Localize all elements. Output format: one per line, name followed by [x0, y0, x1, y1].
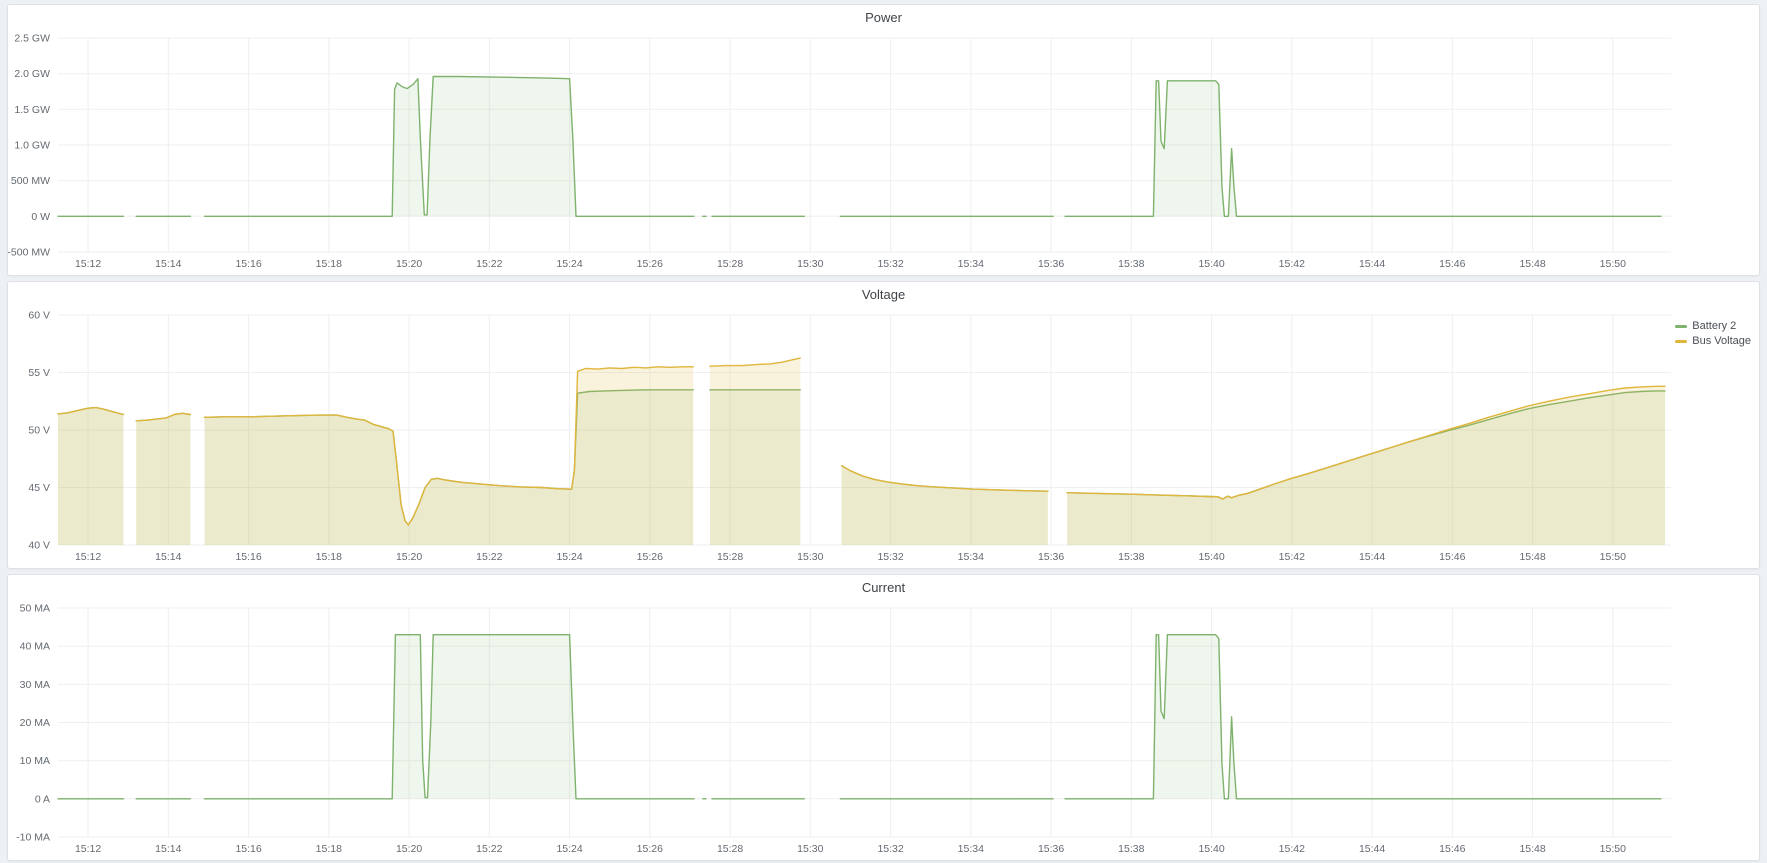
svg-text:15:34: 15:34 [958, 258, 984, 270]
svg-text:15:26: 15:26 [637, 843, 663, 855]
svg-text:15:36: 15:36 [1038, 843, 1064, 855]
svg-text:15:50: 15:50 [1600, 551, 1626, 563]
svg-text:15:48: 15:48 [1519, 551, 1545, 563]
svg-text:1.0 GW: 1.0 GW [14, 140, 50, 152]
legend-label: Battery 2 [1692, 320, 1736, 332]
svg-text:0 W: 0 W [31, 211, 50, 223]
svg-text:15:30: 15:30 [797, 551, 823, 563]
svg-text:15:36: 15:36 [1038, 551, 1064, 563]
svg-text:15:40: 15:40 [1198, 258, 1224, 270]
svg-text:15:48: 15:48 [1519, 258, 1545, 270]
svg-text:15:22: 15:22 [476, 843, 502, 855]
svg-text:15:18: 15:18 [316, 551, 342, 563]
svg-text:15:44: 15:44 [1359, 551, 1385, 563]
svg-text:15:16: 15:16 [235, 551, 261, 563]
power-panel: Power 2.5 GW 2.0 GW 1.5 GW 1.0 GW 500 MW 0 W -… [7, 4, 1760, 276]
power-chart[interactable]: 2.5 GW 2.0 GW 1.5 GW 1.0 GW 500 MW 0 W -500 MW… [8, 29, 1759, 275]
svg-text:15:20: 15:20 [396, 258, 422, 270]
svg-text:15:16: 15:16 [235, 258, 261, 270]
svg-text:50 MA: 50 MA [20, 603, 50, 615]
svg-text:15:48: 15:48 [1519, 843, 1545, 855]
svg-text:15:38: 15:38 [1118, 843, 1144, 855]
legend-item-battery-2[interactable]: Battery 2 [1675, 320, 1751, 332]
svg-text:15:32: 15:32 [877, 843, 903, 855]
current-chart[interactable]: 50 MA 40 MA 30 MA 20 MA 10 MA 0 A -10 MA 15:12 1… [8, 599, 1759, 860]
svg-text:15:36: 15:36 [1038, 258, 1064, 270]
svg-text:15:18: 15:18 [316, 258, 342, 270]
svg-text:10 MA: 10 MA [20, 755, 50, 767]
svg-text:15:40: 15:40 [1198, 551, 1224, 563]
svg-text:15:46: 15:46 [1439, 258, 1465, 270]
svg-text:15:34: 15:34 [958, 551, 984, 563]
svg-text:15:14: 15:14 [155, 258, 181, 270]
current-panel: Current 50 MA 40 MA 30 MA 20 MA 10 MA 0 A -10 … [7, 574, 1760, 861]
bus-voltage-series-swatch [1675, 340, 1687, 343]
svg-text:15:30: 15:30 [797, 258, 823, 270]
power-panel-title[interactable]: Power [8, 5, 1759, 29]
svg-text:15:50: 15:50 [1600, 843, 1626, 855]
svg-text:-500 MW: -500 MW [8, 247, 50, 259]
svg-text:-10 MA: -10 MA [16, 832, 50, 844]
svg-text:60 V: 60 V [28, 310, 50, 322]
svg-text:15:38: 15:38 [1118, 551, 1144, 563]
svg-text:2.5 GW: 2.5 GW [14, 33, 50, 45]
svg-text:15:12: 15:12 [75, 551, 101, 563]
voltage-panel: Voltage 60 V 55 V 50 V 45 V 40 V 15:12 15:14 15… [7, 281, 1760, 569]
svg-text:50 V: 50 V [28, 425, 50, 437]
svg-text:15:24: 15:24 [556, 551, 582, 563]
svg-text:15:20: 15:20 [396, 551, 422, 563]
legend-item-bus-voltage[interactable]: Bus Voltage [1675, 335, 1751, 347]
svg-text:15:26: 15:26 [637, 258, 663, 270]
dashboard: Power 2.5 GW 2.0 GW 1.5 GW 1.0 GW 500 MW 0 W -… [0, 0, 1767, 863]
svg-text:15:14: 15:14 [155, 551, 181, 563]
svg-text:15:16: 15:16 [235, 843, 261, 855]
svg-text:500 MW: 500 MW [11, 175, 50, 187]
svg-text:15:28: 15:28 [717, 258, 743, 270]
legend-label: Bus Voltage [1692, 335, 1751, 347]
svg-text:15:38: 15:38 [1118, 258, 1144, 270]
svg-text:15:14: 15:14 [155, 843, 181, 855]
svg-text:45 V: 45 V [28, 482, 50, 494]
current-panel-title[interactable]: Current [8, 575, 1759, 599]
svg-text:15:18: 15:18 [316, 843, 342, 855]
svg-text:15:20: 15:20 [396, 843, 422, 855]
svg-text:0 A: 0 A [35, 793, 50, 805]
svg-text:15:28: 15:28 [717, 843, 743, 855]
svg-text:1.5 GW: 1.5 GW [14, 104, 50, 116]
svg-text:30 MA: 30 MA [20, 679, 50, 691]
svg-text:15:34: 15:34 [958, 843, 984, 855]
svg-text:15:32: 15:32 [877, 551, 903, 563]
battery-2-series-swatch [1675, 325, 1687, 328]
svg-text:15:50: 15:50 [1600, 258, 1626, 270]
svg-text:15:26: 15:26 [637, 551, 663, 563]
svg-text:2.0 GW: 2.0 GW [14, 68, 50, 80]
svg-text:15:42: 15:42 [1279, 843, 1305, 855]
svg-text:15:24: 15:24 [556, 258, 582, 270]
svg-text:20 MA: 20 MA [20, 717, 50, 729]
svg-text:15:42: 15:42 [1279, 551, 1305, 563]
svg-text:15:22: 15:22 [476, 551, 502, 563]
svg-text:15:30: 15:30 [797, 843, 823, 855]
svg-text:15:46: 15:46 [1439, 551, 1465, 563]
svg-text:15:12: 15:12 [75, 258, 101, 270]
svg-text:40 MA: 40 MA [20, 641, 50, 653]
svg-text:15:24: 15:24 [556, 843, 582, 855]
voltage-panel-title[interactable]: Voltage [8, 282, 1759, 306]
svg-text:15:22: 15:22 [476, 258, 502, 270]
voltage-chart[interactable]: 60 V 55 V 50 V 45 V 40 V 15:12 15:14 15:16 15:18… [8, 306, 1759, 568]
svg-text:15:40: 15:40 [1198, 843, 1224, 855]
svg-text:15:12: 15:12 [75, 843, 101, 855]
svg-text:15:44: 15:44 [1359, 258, 1385, 270]
svg-text:40 V: 40 V [28, 540, 50, 552]
svg-text:15:44: 15:44 [1359, 843, 1385, 855]
voltage-legend: Battery 2 Bus Voltage [1675, 320, 1751, 347]
svg-text:55 V: 55 V [28, 367, 50, 379]
svg-text:15:28: 15:28 [717, 551, 743, 563]
svg-text:15:46: 15:46 [1439, 843, 1465, 855]
svg-text:15:32: 15:32 [877, 258, 903, 270]
svg-text:15:42: 15:42 [1279, 258, 1305, 270]
